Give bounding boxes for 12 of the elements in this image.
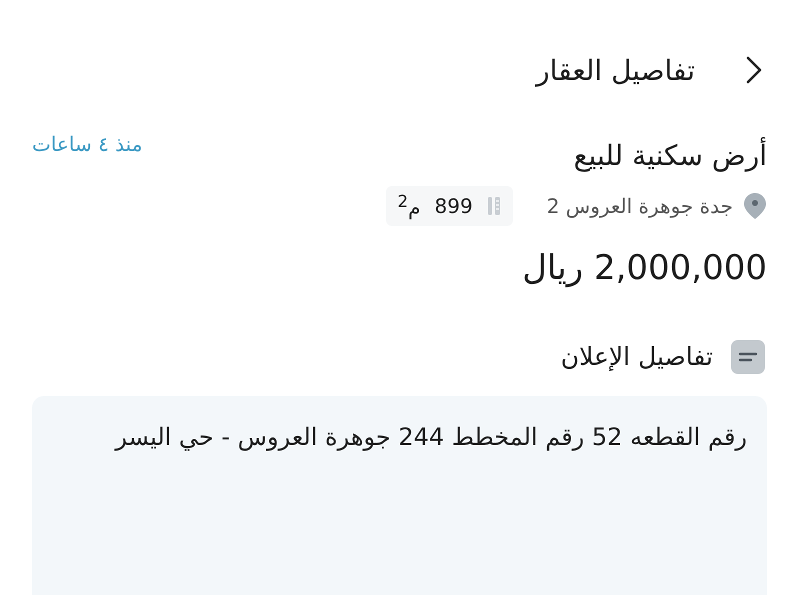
price: 2,000,000 ريال <box>521 248 767 288</box>
description-icon <box>731 340 765 374</box>
listing-title: أرض سكنية للبيع <box>574 136 767 174</box>
area-value: 899 <box>434 194 473 218</box>
ruler-icon <box>486 196 501 216</box>
page-title: تفاصيل العقار <box>536 54 695 86</box>
posted-time: منذ ٤ ساعات <box>32 132 142 156</box>
back-icon[interactable] <box>745 55 763 85</box>
location-text: جدة جوهرة العروس 2 <box>546 194 733 218</box>
description-text: رقم القطعه 52 رقم المخطط 244 جوهرة العروس - حي اليسر <box>113 422 747 453</box>
section-title: تفاصيل الإعلان <box>560 342 713 372</box>
location-pin-icon <box>743 192 767 220</box>
